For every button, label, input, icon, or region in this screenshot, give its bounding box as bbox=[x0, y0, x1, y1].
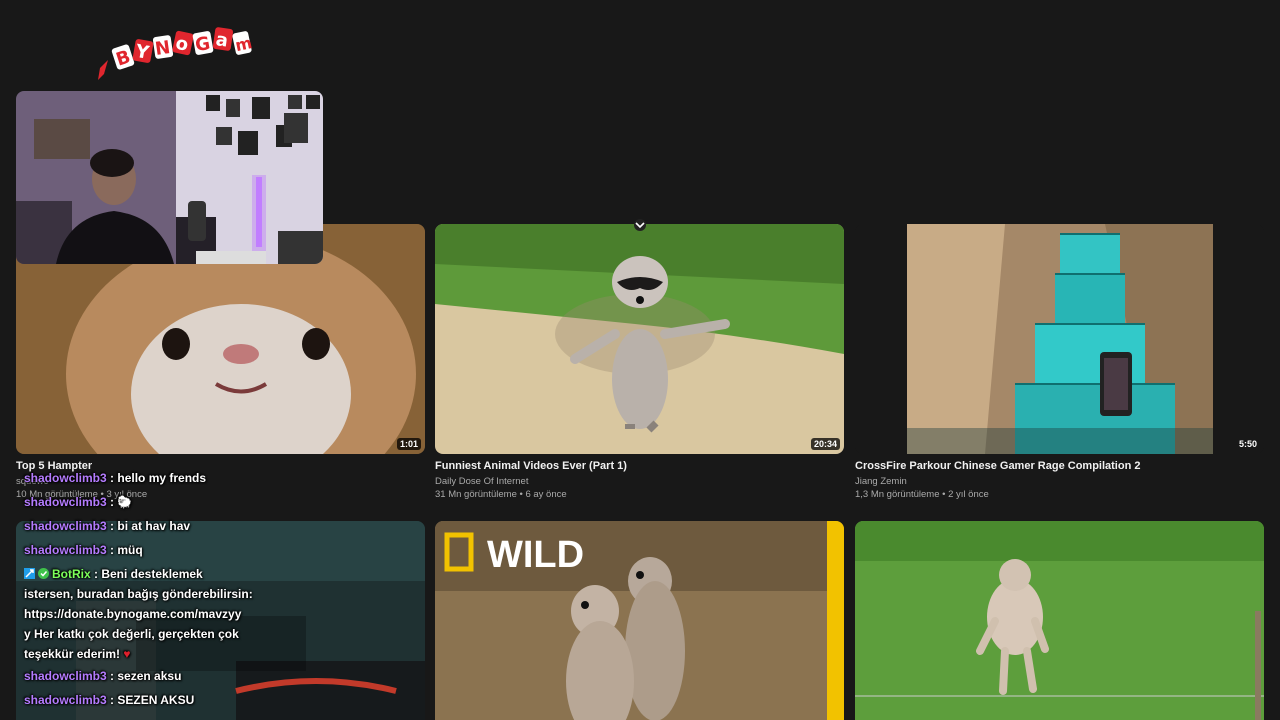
video-thumbnail[interactable] bbox=[855, 521, 1264, 720]
chat-text: hello my frends bbox=[117, 471, 207, 485]
chat-text: müq bbox=[117, 543, 143, 557]
video-card[interactable]: 5:50 CrossFire Parkour Chinese Gamer Rag… bbox=[855, 224, 1264, 501]
stream-chat-overlay: shadowclimb3 : hello my frends shadowcli… bbox=[24, 466, 269, 712]
chat-username: shadowclimb3 bbox=[24, 669, 107, 683]
chat-message: shadowclimb3 : 🐑 bbox=[24, 495, 133, 509]
bynogame-logo: B Y N o G a m bbox=[90, 18, 260, 88]
video-channel[interactable]: Jiang Zemin bbox=[855, 476, 1264, 488]
chat-username: shadowclimb3 bbox=[24, 519, 107, 533]
video-card[interactable] bbox=[855, 521, 1264, 720]
chat-message: shadowclimb3 : SEZEN AKSU bbox=[24, 693, 195, 707]
chat-message-bot: BotRix : Beni desteklemek istersen, bura… bbox=[24, 567, 253, 661]
chevron-down-icon[interactable] bbox=[632, 218, 648, 231]
chat-username: shadowclimb3 bbox=[24, 693, 107, 707]
chat-text: bi at hav hav bbox=[117, 519, 191, 533]
video-duration: 5:50 bbox=[1238, 439, 1257, 449]
heart-icon: ♥ bbox=[123, 647, 131, 661]
video-title[interactable]: Funniest Animal Videos Ever (Part 1) bbox=[435, 460, 844, 473]
video-thumbnail[interactable]: 20:34 bbox=[435, 224, 844, 454]
video-card[interactable]: 20:34 Funniest Animal Videos Ever (Part … bbox=[435, 224, 844, 501]
video-thumbnail[interactable]: 5:50 bbox=[855, 224, 1264, 454]
chat-username: shadowclimb3 bbox=[24, 471, 107, 485]
video-duration: 20:34 bbox=[810, 438, 840, 450]
svg-text:m: m bbox=[233, 33, 253, 55]
video-card[interactable]: WILD bbox=[435, 521, 844, 720]
chat-message: shadowclimb3 : müq bbox=[24, 543, 143, 557]
webcam-overlay bbox=[16, 91, 323, 264]
moderator-badge-icon bbox=[24, 568, 35, 579]
verified-badge-icon bbox=[38, 568, 49, 579]
chat-username: shadowclimb3 bbox=[24, 543, 107, 557]
chat-text: sezen aksu bbox=[117, 669, 182, 683]
chat-text: 🐑 bbox=[117, 495, 133, 509]
wild-thumb-text: WILD bbox=[487, 534, 584, 576]
video-thumbnail[interactable]: WILD bbox=[435, 521, 844, 720]
video-channel[interactable]: Daily Dose Of Internet bbox=[435, 476, 844, 488]
svg-text:N: N bbox=[154, 37, 172, 60]
video-title[interactable]: CrossFire Parkour Chinese Gamer Rage Com… bbox=[855, 460, 1264, 473]
chat-message: shadowclimb3 : sezen aksu bbox=[24, 669, 182, 683]
chat-message: shadowclimb3 : hello my frends bbox=[24, 471, 207, 485]
video-meta: 31 Mn görüntüleme • 6 ay önce bbox=[435, 489, 567, 500]
video-duration: 1:01 bbox=[396, 438, 421, 450]
video-meta: 1,3 Mn görüntüleme • 2 yıl önce bbox=[855, 489, 989, 500]
chat-message: shadowclimb3 : bi at hav hav bbox=[24, 519, 191, 533]
chat-text: SEZEN AKSU bbox=[117, 693, 195, 707]
chat-username: shadowclimb3 bbox=[24, 495, 107, 509]
video-card[interactable]: 1:01 Top 5 Hampter squewc 10 Mn görüntül… bbox=[16, 224, 425, 501]
chat-username: BotRix bbox=[52, 567, 91, 581]
